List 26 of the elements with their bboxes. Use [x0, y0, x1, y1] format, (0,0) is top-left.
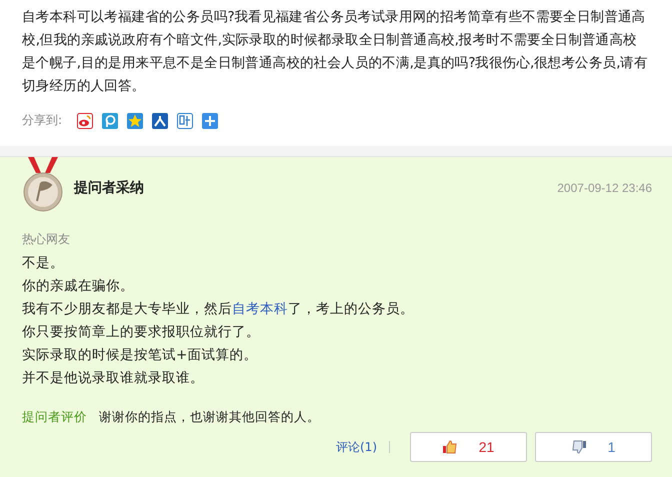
answer-title: 提问者采纳 — [74, 179, 144, 197]
thumbs-up-icon — [442, 440, 457, 454]
comments-link[interactable]: 评论(1) — [336, 438, 377, 456]
question-text: 自考本科可以考福建省的公务员吗?我看见福建省公务员考试录用网的招考简章有些不需要全日制普通高校,但我的亲戚说政府有个暗文件,实际录取的时候都录取全日制普通高校,报考时不需要全日制普通高校是个幌子,目的是用来平息不是全日制普通高校的社会人员的不满,是真的吗?我很伤心,很想考公务员,请有切身经历的人回答。 — [22, 8, 648, 96]
keyword-link[interactable]: 自考本科 — [232, 301, 288, 317]
answer-text: 我有不少朋友都是大专毕业，然后 — [22, 301, 232, 317]
answer-text: 你只要按简章上的要求报职位就行了。 — [22, 324, 260, 340]
answer-text: 不是。 — [22, 255, 64, 271]
weibo-icon[interactable] — [77, 112, 94, 128]
thumbs-down-icon — [572, 440, 586, 454]
answer-text: 你的亲戚在骗你。 — [22, 278, 134, 294]
answer-text: 了，考上的公务员。 — [288, 301, 414, 317]
medal-icon — [22, 157, 64, 213]
downvote-button[interactable]: 1 — [535, 432, 652, 462]
share-label: 分享到: — [22, 112, 62, 129]
star-icon[interactable] — [127, 112, 144, 128]
author-name: 热心网友 — [22, 231, 71, 248]
post-icon[interactable] — [177, 112, 194, 128]
rating-text: 谢谢你的指点，也谢谢其他回答的人。 — [99, 409, 320, 424]
person-icon[interactable] — [152, 112, 168, 128]
plus-icon[interactable] — [202, 112, 218, 128]
upvote-button[interactable]: 21 — [410, 432, 527, 462]
answer-date: 2007-09-12 23:46 — [557, 181, 652, 195]
answer-text: 并不是他说录取谁就录取谁。 — [22, 370, 204, 386]
rating-label: 提问者评价 — [22, 409, 87, 424]
answer-text: 实际录取的时候是按笔试+面试算的。 — [22, 347, 258, 363]
